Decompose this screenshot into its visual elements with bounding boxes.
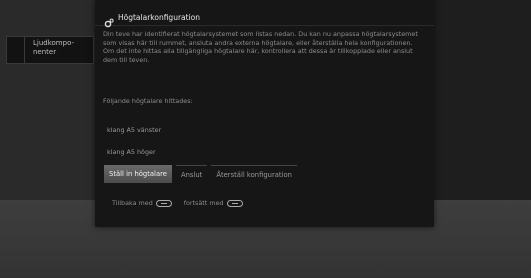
gear-icon (104, 13, 114, 27)
dialog-footer: Tillbaka med fortsätt med (112, 199, 255, 207)
dialog-header: Högtalarkonfiguration (95, 10, 434, 27)
speaker-item-left: klang A5 vänster (107, 126, 162, 134)
footer-back-label: Tillbaka med (112, 199, 153, 207)
sidebar-tab-edge (6, 36, 24, 64)
remote-key-icon (155, 199, 172, 207)
sidebar-item-label: Ljudkompo- nenter (33, 39, 75, 56)
footer-continue: fortsätt med (184, 199, 243, 207)
speaker-item-right: klang A5 höger (107, 148, 156, 156)
footer-back: Tillbaka med (112, 199, 172, 207)
connect-button[interactable]: Anslut (175, 165, 208, 183)
setup-speakers-button[interactable]: Ställ in högtalare (104, 165, 172, 183)
remote-key-icon (226, 199, 243, 207)
sidebar-item-ljudkomponenter[interactable]: Ljudkompo- nenter (24, 36, 94, 64)
background-panel (0, 0, 100, 200)
speaker-configuration-dialog: Högtalarkonfiguration Din teve har ident… (95, 0, 434, 227)
reset-configuration-button[interactable]: Återställ konfiguration (211, 165, 297, 183)
found-speakers-label: Följande högtalare hittades: (103, 97, 193, 105)
footer-continue-label: fortsätt med (183, 199, 224, 207)
dialog-title: Högtalarkonfiguration (118, 13, 200, 22)
action-buttons: Ställ in högtalare Anslut Återställ konf… (104, 165, 301, 183)
dialog-description: Din teve har identifierat högtalarsystem… (103, 30, 418, 64)
